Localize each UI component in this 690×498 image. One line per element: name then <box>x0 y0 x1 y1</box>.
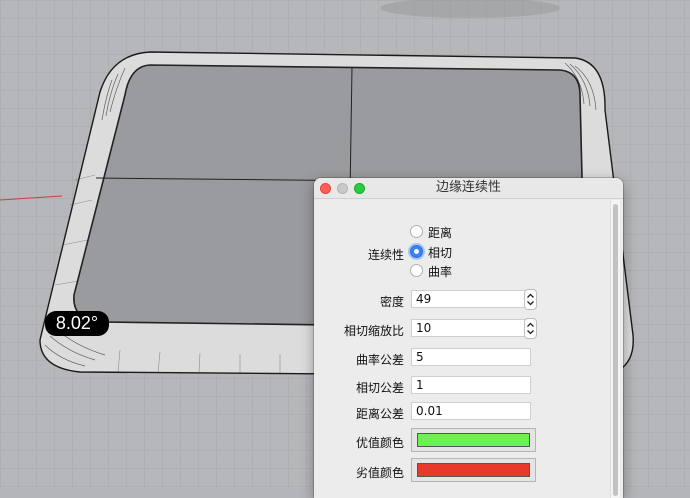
dialog-title: 边缘连续性 <box>435 180 501 195</box>
stepper-down-icon <box>527 330 534 335</box>
dialog-scrollbar[interactable] <box>610 200 620 498</box>
dialog-titlebar[interactable]: 边缘连续性 <box>314 178 623 199</box>
good-color-well[interactable] <box>411 428 536 452</box>
curvature-tolerance-label: 曲率公差 <box>355 353 404 367</box>
continuity-label: 连续性 <box>367 248 404 262</box>
density-label: 密度 <box>379 295 404 309</box>
radio-tangent-button[interactable] <box>410 245 423 258</box>
curvature-tolerance-field[interactable]: 5 <box>411 348 531 366</box>
stepper-up-icon <box>527 293 534 298</box>
radio-distance-button[interactable] <box>410 225 423 238</box>
tangent-tolerance-label: 相切公差 <box>355 381 404 395</box>
bad-color-well[interactable] <box>411 458 536 482</box>
tangent-scale-stepper[interactable] <box>524 318 537 339</box>
tangent-scale-label: 相切缩放比 <box>343 324 404 338</box>
scrollbar-thumb[interactable] <box>613 204 618 496</box>
stepper-down-icon <box>527 301 534 306</box>
radio-distance-label: 距离 <box>428 226 453 240</box>
angle-readout: 8.02° <box>45 311 109 336</box>
bad-color-swatch <box>417 463 530 477</box>
good-color-swatch <box>417 433 530 447</box>
radio-curvature-label: 曲率 <box>428 265 453 279</box>
stepper-up-icon <box>527 322 534 327</box>
good-color-label: 优值颜色 <box>355 436 404 450</box>
edge-continuity-dialog: 边缘连续性 连续性 距离 相切 曲率 密度 49 相切缩放比 10 曲率公差 5… <box>314 178 623 498</box>
bad-color-label: 劣值颜色 <box>355 466 404 480</box>
density-stepper[interactable] <box>524 289 537 310</box>
density-field[interactable]: 49 <box>411 290 531 308</box>
radio-curvature-button[interactable] <box>410 264 423 277</box>
distance-tolerance-field[interactable]: 0.01 <box>411 402 531 420</box>
radio-tangent-label: 相切 <box>428 246 453 260</box>
tangent-tolerance-field[interactable]: 1 <box>411 376 531 394</box>
distance-tolerance-label: 距离公差 <box>355 407 404 421</box>
tangent-scale-field[interactable]: 10 <box>411 319 531 337</box>
